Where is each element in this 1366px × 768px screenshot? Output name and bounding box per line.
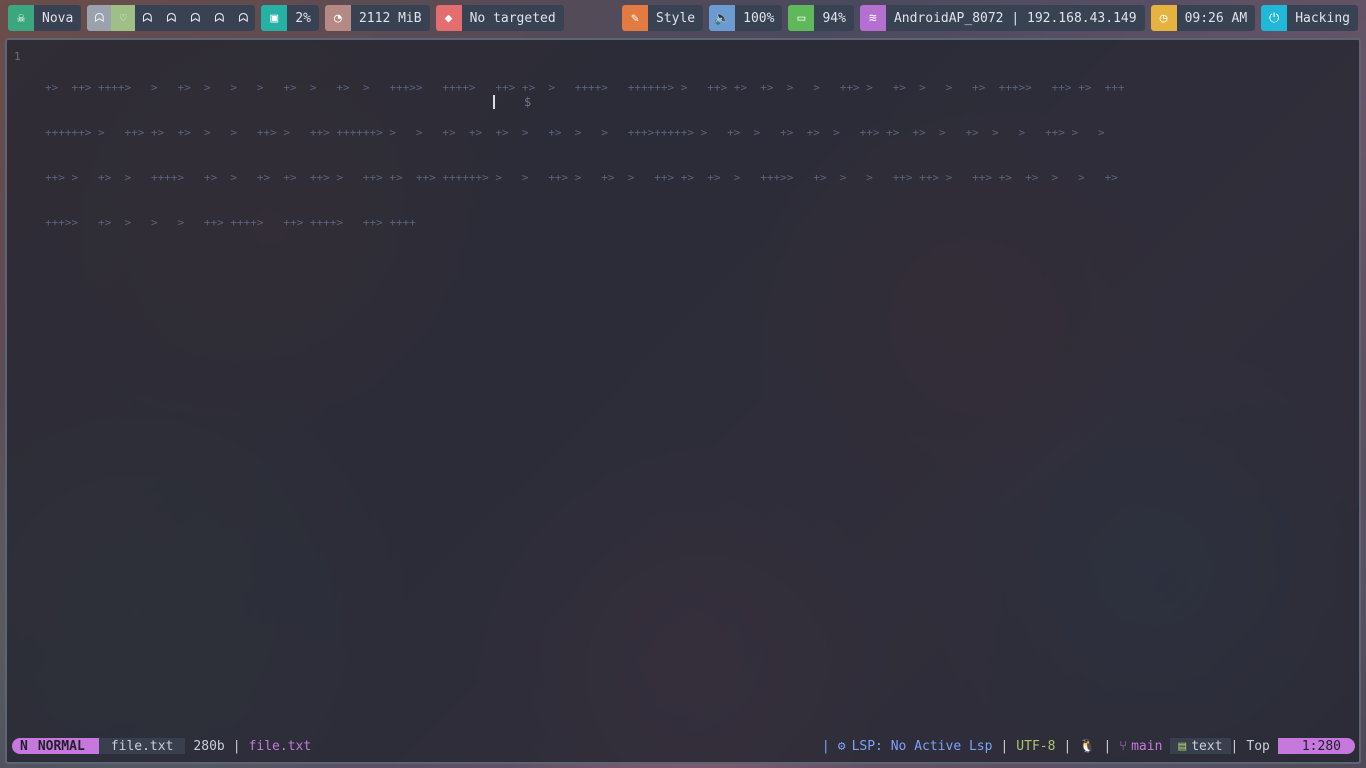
- speaker-icon: 🔈: [709, 5, 736, 31]
- skull-icon: ☠: [8, 5, 34, 31]
- separator: |: [821, 738, 830, 754]
- cpu-icon: ▣: [261, 5, 288, 31]
- style-module[interactable]: ✎ Style: [622, 5, 704, 31]
- workspace-5-ghost-icon[interactable]: ᗣ: [183, 5, 207, 31]
- workspace-2-heart-icon[interactable]: ♡: [111, 5, 136, 31]
- workspace-3-ghost-icon[interactable]: ᗣ: [135, 5, 159, 31]
- filetype-label: text: [1191, 738, 1223, 754]
- separator: |: [1230, 738, 1239, 754]
- network-module[interactable]: ≋ AndroidAP_8072 | 192.168.43.149: [859, 5, 1145, 31]
- wifi-icon: ≋: [859, 5, 886, 31]
- text-cursor: [493, 95, 495, 109]
- gears-icon: ⚙: [837, 738, 846, 754]
- file-name[interactable]: file.txt: [98, 738, 186, 754]
- style-label: Style: [656, 10, 696, 26]
- brush-icon: ✎: [622, 5, 648, 31]
- clock-label: 09:26 AM: [1184, 10, 1248, 26]
- workspaces: ᗣ ♡ ᗣ ᗣ ᗣ ᗣ ᗣ: [87, 5, 256, 31]
- user-label: Nova: [42, 10, 74, 26]
- separator: |: [1103, 738, 1112, 754]
- separator: |: [1000, 738, 1009, 754]
- battery-label: 94%: [822, 10, 846, 26]
- memory-label: 2112 MiB: [358, 10, 422, 26]
- file-path[interactable]: file.txt: [241, 739, 320, 754]
- workspace-1-ghost-icon[interactable]: ᗣ: [87, 5, 112, 31]
- window-module[interactable]: ◆ No targeted: [435, 5, 564, 31]
- workspace-7-ghost-icon[interactable]: ᗣ: [231, 5, 255, 31]
- editor-window[interactable]: 1 +> ++> ++++> > +> > > > +> > +> > +++>…: [5, 38, 1361, 764]
- git-branch[interactable]: ⑂ main: [1111, 739, 1170, 754]
- clock-module[interactable]: ◷ 09:26 AM: [1150, 5, 1256, 31]
- buffer-line: +> ++> ++++> > +> > > > +> > +> > +++>> …: [45, 81, 1125, 94]
- lsp-label: LSP: No Active Lsp: [851, 738, 993, 754]
- separator: |: [1063, 738, 1072, 754]
- encoding: UTF-8: [1016, 738, 1056, 754]
- file-size: 280b: [193, 738, 225, 754]
- network-label: AndroidAP_8072 | 192.168.43.149: [893, 10, 1137, 26]
- battery-module[interactable]: ▭ 94%: [788, 5, 854, 31]
- power-module[interactable]: ⏻ Hacking: [1261, 5, 1358, 31]
- pie-icon: ◔: [324, 5, 351, 31]
- mode-indicator: N NORMAL: [12, 738, 99, 754]
- memory-module[interactable]: ◔ 2112 MiB: [324, 5, 430, 31]
- cpu-module[interactable]: ▣ 2%: [261, 5, 319, 31]
- end-of-line-marker: $: [524, 95, 532, 109]
- editor-buffer[interactable]: +> ++> ++++> > +> > > > +> > +> > +++>> …: [45, 50, 1124, 260]
- status-line: N NORMAL file.txt 280b | file.txt | ⚙ LS…: [12, 738, 1355, 754]
- file-icon: ▤: [1178, 738, 1187, 754]
- neovim-icon: N: [20, 738, 28, 754]
- lsp-status[interactable]: ⚙ LSP: No Active Lsp: [830, 739, 1001, 754]
- cpu-label: 2%: [295, 10, 311, 26]
- separator: |: [232, 738, 241, 754]
- clock-icon: ◷: [1150, 5, 1177, 31]
- workspace-6-ghost-icon[interactable]: ᗣ: [207, 5, 231, 31]
- scroll-position: Top: [1246, 738, 1270, 754]
- power-icon: ⏻: [1261, 5, 1288, 31]
- power-label: Hacking: [1295, 10, 1350, 26]
- cursor-position: 1:280: [1277, 738, 1355, 754]
- top-bar: ☠ Nova ᗣ ♡ ᗣ ᗣ ᗣ ᗣ ᗣ ▣ 2% ◔ 2112 MiB ◆ N…: [0, 0, 1366, 36]
- line-number: 1: [14, 50, 21, 63]
- mode-label: NORMAL: [37, 738, 85, 754]
- buffer-line: +++>> +> > > > ++> ++++> ++> ++++> ++> +…: [45, 216, 416, 229]
- window-label: No targeted: [469, 10, 556, 26]
- buffer-line: ++> > +> > ++++> +> > +> +> ++> > ++> +>…: [45, 171, 1118, 184]
- filetype: ▤ text: [1170, 738, 1231, 754]
- battery-icon: ▭: [788, 5, 815, 31]
- user-module[interactable]: ☠ Nova: [8, 5, 82, 31]
- git-branch-icon: ⑂: [1119, 738, 1128, 754]
- buffer-line: ++++++> > ++> +> +> > > ++> > ++> ++++++…: [45, 126, 1105, 139]
- penguin-icon: 🐧: [1079, 738, 1096, 754]
- tag-icon: ◆: [435, 5, 462, 31]
- volume-module[interactable]: 🔈 100%: [709, 5, 783, 31]
- branch-label: main: [1131, 738, 1163, 754]
- workspace-4-ghost-icon[interactable]: ᗣ: [159, 5, 183, 31]
- volume-label: 100%: [743, 10, 775, 26]
